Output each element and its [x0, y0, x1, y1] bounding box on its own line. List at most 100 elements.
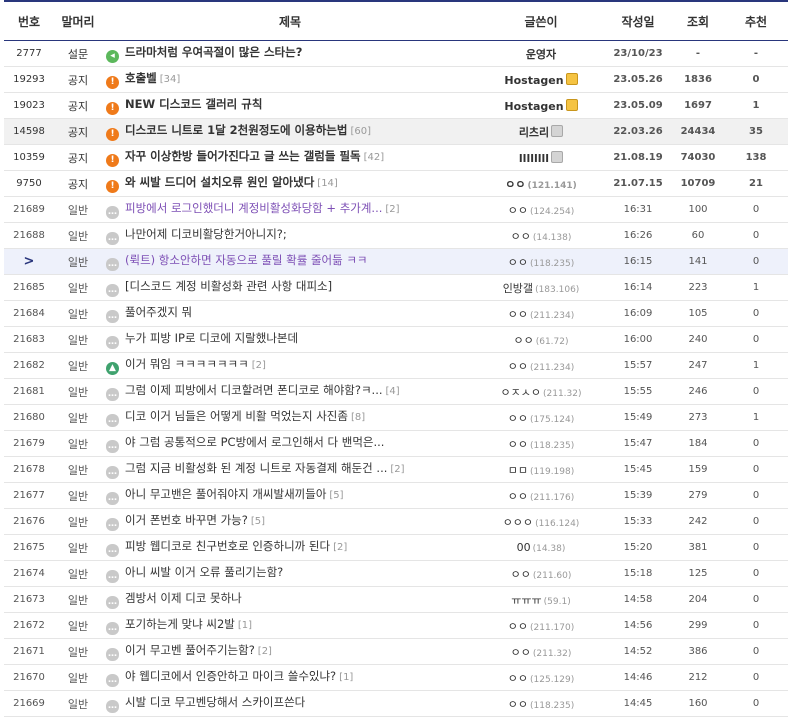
writer-nickname[interactable]: ㅇㅇ [508, 672, 528, 685]
post-title-cell[interactable]: … (뤽트) 항소안하면 자동으로 풀릴 확률 줄어듦 ㅋㅋ [102, 248, 478, 275]
post-title-cell[interactable]: … 그럼 지금 비활성화 된 계정 니트로 자동결제 해둔건 ... [2] [102, 456, 478, 483]
writer-nickname[interactable]: 00 [517, 541, 531, 554]
post-title-link[interactable]: 시발 디코 무고벤당해서 스카이프쓴다 [125, 695, 305, 709]
post-writer[interactable]: 인방갤 (183.106) [478, 274, 604, 301]
post-title-cell[interactable]: … 야 웹디코에서 인증안하고 마이크 쓸수있냐? [1] [102, 664, 478, 691]
table-row[interactable]: 21670 일반 … 야 웹디코에서 인증안하고 마이크 쓸수있냐? [1] ㅇㅇ (125… [4, 664, 788, 691]
writer-nickname[interactable]: ㅇㅇ [513, 334, 533, 347]
post-title-cell[interactable]: ! 자꾸 이상한방 들어가진다고 글 쓰는 갤럼들 필독 [42] [102, 144, 478, 171]
post-writer[interactable]: ㅇㅇ (121.141) [478, 170, 604, 197]
post-writer[interactable]: ㅠㅠㅠ (59.1) [478, 586, 604, 613]
table-row[interactable]: 21674 일반… 아니 씨발 이거 오류 풀리기는함? ㅇㅇ (211.60) 15:1… [4, 560, 788, 587]
post-title-cell[interactable]: … 포기하는게 맞냐 씨2발 [1] [102, 612, 478, 639]
post-title-link[interactable]: 이거 뭐임 ㅋㅋㅋㅋㅋㅋㅋ [125, 357, 249, 371]
reply-count[interactable]: [2] [390, 464, 404, 475]
post-writer[interactable]: llllllll [478, 144, 604, 171]
post-title-cell[interactable]: … 아니 씨발 이거 오류 풀리기는함? [102, 560, 478, 587]
post-writer[interactable]: ㅇㅇ (118.235) [478, 430, 604, 457]
table-row[interactable]: 10359 공지! 자꾸 이상한방 들어가진다고 글 쓰는 갤럼들 필독 [42] ll… [4, 144, 788, 171]
writer-nickname[interactable]: ㅇㅇ [508, 438, 528, 451]
reply-count[interactable]: [8] [351, 412, 365, 423]
writer-nickname[interactable]: ㅇㅇ [505, 178, 525, 191]
post-title-link[interactable]: 포기하는게 맞냐 씨2발 [125, 617, 235, 631]
post-writer[interactable]: ㅇㅇ (14.138) [478, 222, 604, 249]
table-row[interactable]: 21681 일반 … 그럼 이제 피방에서 디코할려면 폰디코로 해야함?ㅋ... [4… [4, 378, 788, 405]
writer-nickname[interactable]: ㅇㅇ [508, 256, 528, 269]
post-title-cell[interactable]: ! 와 씨발 드디어 설치오류 원인 알아냈다 [14] [102, 170, 478, 197]
table-row[interactable]: 21677 일반 … 아니 무고밴은 풀어줘야지 개씨발새끼들아 [5] ㅇㅇ (211.1… [4, 482, 788, 509]
post-title-link[interactable]: 이거 폰번호 바꾸면 가능? [125, 513, 248, 527]
post-title-link[interactable]: 그럼 이제 피방에서 디코할려면 폰디코로 해야함?ㅋ... [125, 383, 383, 397]
post-writer[interactable]: ㅇㅈㅅㅇ (211.32) [478, 378, 604, 405]
table-row[interactable]: 2777 설문 ◂ 드라마처럼 우여곡절이 많은 스타는? 운영자 23/10/23- - [4, 40, 788, 67]
post-title-cell[interactable]: … 피방 웹디코로 친구번호로 인증하니까 된다 [2] [102, 534, 478, 561]
post-title-link[interactable]: 누가 피방 IP로 디코에 지랄했나본데 [125, 331, 298, 345]
post-title-link[interactable]: 야 웹디코에서 인증안하고 마이크 쓸수있냐? [125, 669, 336, 683]
table-row[interactable]: 21673 일반… 겜방서 이제 디코 못하나 ㅠㅠㅠ (59.1) 14:58 204 0 [4, 586, 788, 613]
writer-nickname[interactable]: ㅇㅇ [508, 490, 528, 503]
writer-nickname[interactable]: Hostagen [504, 74, 563, 87]
writer-nickname[interactable]: ㅇㅇ [508, 360, 528, 373]
reply-count[interactable]: [14] [317, 178, 338, 189]
writer-nickname[interactable]: ㅇㅇ [511, 568, 531, 581]
table-row[interactable]: 21675 일반 … 피방 웹디코로 친구번호로 인증하니까 된다 [2] 00 (14.3… [4, 534, 788, 561]
writer-nickname[interactable]: 운영자 [526, 48, 556, 61]
post-title-cell[interactable]: ! 디스코드 니트로 1달 2천원정도에 이용하는법 [60] [102, 118, 478, 145]
post-title-cell[interactable]: … 이거 폰번호 바꾸면 가능? [5] [102, 508, 478, 535]
reply-count[interactable]: [5] [251, 516, 265, 527]
post-writer[interactable]: Hostagen [478, 66, 604, 93]
post-title-link[interactable]: 이거 무고벤 풀어주기는함? [125, 643, 255, 657]
reply-count[interactable]: [60] [350, 126, 371, 137]
post-writer[interactable]: ㅇㅇ (211.32) [478, 638, 604, 665]
post-title-link[interactable]: 야 그럼 공통적으로 PC방에서 로그인해서 다 밴먹은... [125, 435, 384, 449]
post-writer[interactable]: ㅇㅇ (211.234) [478, 352, 604, 379]
post-title-link[interactable]: 드라마처럼 우여곡절이 많은 스타는? [125, 45, 302, 59]
table-row[interactable]: 21684 일반… 풀어주겠지 뭐 ㅇㅇ (211.234) 16:09 105 0 [4, 300, 788, 327]
post-writer[interactable]: ㅇㅇ (118.235) [478, 690, 604, 717]
post-writer[interactable]: ㅇㅇ (175.124) [478, 404, 604, 431]
post-title-link[interactable]: 디코 이거 님들은 어떻게 비활 먹었는지 사진좀 [125, 409, 348, 423]
writer-nickname[interactable]: ㅇㅇ [508, 698, 528, 711]
post-title-link[interactable]: 겜방서 이제 디코 못하나 [125, 591, 242, 605]
table-row[interactable]: 19023 공지! NEW 디스코드 갤러리 규칙 Hostagen 23.05.09 1… [4, 92, 788, 119]
table-row[interactable]: 21672 일반… 포기하는게 맞냐 씨2발 [1] ㅇㅇ (211.170) 14:56 2… [4, 612, 788, 639]
writer-nickname[interactable]: Hostagen [504, 100, 563, 113]
post-title-cell[interactable]: … 시발 디코 무고벤당해서 스카이프쓴다 [102, 690, 478, 717]
post-writer[interactable]: ㅇㅇ (125.129) [478, 664, 604, 691]
reply-count[interactable]: [2] [333, 542, 347, 553]
post-writer[interactable]: ㅇㅇ (211.176) [478, 482, 604, 509]
table-row[interactable]: 21682 일반 ▲ 이거 뭐임 ㅋㅋㅋㅋㅋㅋㅋ [2] ㅇㅇ (211.234) 15:57… [4, 352, 788, 379]
post-writer[interactable]: 리츠리 [478, 118, 604, 145]
writer-nickname[interactable]: ㅁㅁ [508, 464, 528, 477]
table-row[interactable]: 21689 일반 … 피방에서 로그인했더니 계정비활성화당함 + 추가계... [2]… [4, 196, 788, 223]
reply-count[interactable]: [34] [160, 74, 181, 85]
post-title-link[interactable]: 풀어주겠지 뭐 [125, 305, 192, 319]
post-title-link[interactable]: 피방에서 로그인했더니 계정비활성화당함 + 추가계... [125, 201, 382, 215]
post-title-link[interactable]: NEW 디스코드 갤러리 규칙 [125, 97, 262, 111]
post-writer[interactable]: 운영자 [478, 40, 604, 67]
writer-nickname[interactable]: llllllll [519, 152, 549, 165]
writer-nickname[interactable]: ㅇㅇ [511, 230, 531, 243]
table-row[interactable]: 21680 일반 … 디코 이거 님들은 어떻게 비활 먹었는지 사진좀 [8] ㅇㅇ (1… [4, 404, 788, 431]
post-title-cell[interactable]: ! NEW 디스코드 갤러리 규칙 [102, 92, 478, 119]
table-row[interactable]: 21676 일반… 이거 폰번호 바꾸면 가능? [5] ㅇㅇㅇ (116.124) 15:… [4, 508, 788, 535]
post-title-cell[interactable]: … 야 그럼 공통적으로 PC방에서 로그인해서 다 밴먹은... [102, 430, 478, 457]
post-title-cell[interactable]: … 겜방서 이제 디코 못하나 [102, 586, 478, 613]
table-row[interactable]: 21678 일반 … 그럼 지금 비활성화 된 계정 니트로 자동결제 해둔건 ...… [4, 456, 788, 483]
post-title-link[interactable]: 나만어제 디코비활당한거아니지?; [125, 227, 287, 241]
post-title-link[interactable]: (뤽트) 항소안하면 자동으로 풀릴 확률 줄어듦 ㅋㅋ [125, 253, 368, 267]
table-row[interactable]: 21671 일반… 이거 무고벤 풀어주기는함? [2] ㅇㅇ (211.32) 14:52… [4, 638, 788, 665]
writer-nickname[interactable]: ㅇㅇ [508, 308, 528, 321]
post-title-cell[interactable]: … 아니 무고밴은 풀어줘야지 개씨발새끼들아 [5] [102, 482, 478, 509]
writer-nickname[interactable]: ㅇㅈㅅㅇ [501, 386, 541, 399]
writer-nickname[interactable]: ㅠㅠㅠ [511, 594, 541, 607]
post-title-cell[interactable]: … [디스코드 계정 비활성화 관련 사항 대피소] [102, 274, 478, 301]
table-row[interactable]: 19293 공지! 호출벨 [34] Hostagen 23.05.26 1836 0 [4, 66, 788, 93]
post-title-link[interactable]: 와 씨발 드디어 설치오류 원인 알아냈다 [125, 175, 314, 189]
post-title-cell[interactable]: … 그럼 이제 피방에서 디코할려면 폰디코로 해야함?ㅋ... [4] [102, 378, 478, 405]
reply-count[interactable]: [4] [386, 386, 400, 397]
post-title-cell[interactable]: … 이거 무고벤 풀어주기는함? [2] [102, 638, 478, 665]
reply-count[interactable]: [1] [339, 672, 353, 683]
table-row[interactable]: 21669 일반… 시발 디코 무고벤당해서 스카이프쓴다 ㅇㅇ (118.235) 14… [4, 690, 788, 717]
post-writer[interactable]: ㅇㅇ (118.235) [478, 248, 604, 275]
